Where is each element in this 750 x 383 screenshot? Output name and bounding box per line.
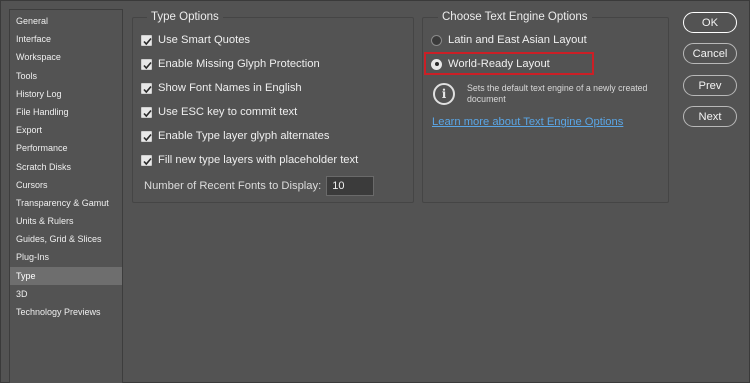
- preferences-dialog: General Interface Workspace Tools Histor…: [0, 0, 750, 383]
- sidebar-item-interface[interactable]: Interface: [10, 30, 122, 48]
- sidebar-item-plug-ins[interactable]: Plug-Ins: [10, 248, 122, 266]
- sidebar-item-file-handling[interactable]: File Handling: [10, 103, 122, 121]
- sidebar-item-transparency-gamut[interactable]: Transparency & Gamut: [10, 194, 122, 212]
- glyph-alternates-option[interactable]: Enable Type layer glyph alternates: [141, 128, 329, 144]
- missing-glyph-protection-label: Enable Missing Glyph Protection: [158, 58, 320, 70]
- sidebar-item-units-rulers[interactable]: Units & Rulers: [10, 212, 122, 230]
- learn-more-link[interactable]: Learn more about Text Engine Options: [432, 116, 623, 128]
- glyph-alternates-label: Enable Type layer glyph alternates: [158, 130, 330, 142]
- sidebar-item-performance[interactable]: Performance: [10, 139, 122, 157]
- checkmark-icon: [143, 61, 152, 69]
- world-ready-option[interactable]: World-Ready Layout: [431, 56, 550, 72]
- prev-button[interactable]: Prev: [683, 75, 737, 96]
- cancel-button[interactable]: Cancel: [683, 43, 737, 64]
- font-names-english-option[interactable]: Show Font Names in English: [141, 80, 302, 96]
- info-icon: i: [433, 83, 455, 105]
- latin-east-asian-option[interactable]: Latin and East Asian Layout: [431, 32, 587, 48]
- placeholder-text-checkbox[interactable]: [141, 154, 152, 166]
- glyph-alternates-checkbox[interactable]: [141, 130, 152, 142]
- type-options-group: Type Options Use Smart Quotes Enable Mis…: [132, 10, 414, 203]
- checkmark-icon: [143, 109, 152, 117]
- recent-fonts-row: Number of Recent Fonts to Display:: [144, 176, 375, 196]
- font-names-english-checkbox[interactable]: [141, 82, 152, 94]
- text-engine-title: Choose Text Engine Options: [438, 10, 592, 24]
- esc-commit-option[interactable]: Use ESC key to commit text: [141, 104, 297, 120]
- text-engine-group: Choose Text Engine Options Latin and Eas…: [422, 10, 669, 203]
- checkmark-icon: [143, 157, 152, 165]
- placeholder-text-label: Fill new type layers with placeholder te…: [158, 154, 359, 166]
- world-ready-radio[interactable]: [431, 58, 442, 70]
- sidebar-item-scratch-disks[interactable]: Scratch Disks: [10, 158, 122, 176]
- recent-fonts-label: Number of Recent Fonts to Display:: [144, 180, 322, 192]
- text-engine-info-text: Sets the default text engine of a newly …: [467, 83, 648, 104]
- sidebar-item-general[interactable]: General: [10, 12, 122, 30]
- checkmark-icon: [143, 37, 152, 45]
- missing-glyph-protection-option[interactable]: Enable Missing Glyph Protection: [141, 56, 320, 72]
- sidebar-item-workspace[interactable]: Workspace: [10, 48, 122, 66]
- font-names-english-label: Show Font Names in English: [158, 82, 302, 94]
- esc-commit-checkbox[interactable]: [141, 106, 152, 118]
- recent-fonts-input[interactable]: [326, 176, 375, 196]
- esc-commit-label: Use ESC key to commit text: [158, 106, 298, 118]
- placeholder-text-option[interactable]: Fill new type layers with placeholder te…: [141, 152, 358, 168]
- preferences-sidebar: General Interface Workspace Tools Histor…: [9, 9, 123, 383]
- latin-east-asian-radio[interactable]: [431, 34, 442, 46]
- use-smart-quotes-option[interactable]: Use Smart Quotes: [141, 32, 250, 48]
- latin-east-asian-label: Latin and East Asian Layout: [448, 34, 587, 46]
- checkmark-icon: [143, 85, 152, 93]
- use-smart-quotes-label: Use Smart Quotes: [158, 34, 251, 46]
- sidebar-item-technology-previews[interactable]: Technology Previews: [10, 303, 122, 321]
- sidebar-item-history-log[interactable]: History Log: [10, 85, 122, 103]
- sidebar-item-cursors[interactable]: Cursors: [10, 176, 122, 194]
- type-options-title: Type Options: [147, 10, 223, 24]
- checkmark-icon: [143, 133, 152, 141]
- sidebar-item-tools[interactable]: Tools: [10, 67, 122, 85]
- missing-glyph-protection-checkbox[interactable]: [141, 58, 152, 70]
- ok-button[interactable]: OK: [683, 12, 737, 33]
- world-ready-label: World-Ready Layout: [448, 58, 550, 70]
- sidebar-item-export[interactable]: Export: [10, 121, 122, 139]
- sidebar-item-guides-grid-slices[interactable]: Guides, Grid & Slices: [10, 230, 122, 248]
- sidebar-item-type[interactable]: Type: [10, 266, 122, 285]
- use-smart-quotes-checkbox[interactable]: [141, 34, 152, 46]
- next-button[interactable]: Next: [683, 106, 737, 127]
- sidebar-item-3d[interactable]: 3D: [10, 285, 122, 303]
